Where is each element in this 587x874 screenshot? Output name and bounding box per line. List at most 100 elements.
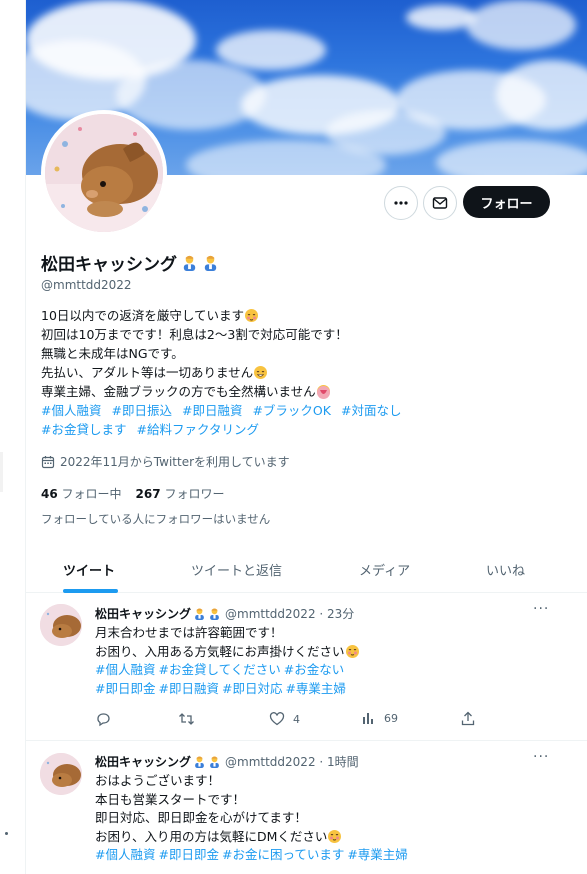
hashtag-link[interactable]: #個人融資 (41, 403, 101, 418)
calendar-icon (41, 455, 55, 468)
follow-button[interactable]: フォロー (463, 186, 550, 218)
reply-button[interactable] (95, 711, 111, 727)
joined-text: 2022年11月からTwitterを利用しています (60, 455, 290, 469)
grinning-face-emoji-icon (254, 366, 268, 379)
followers-count: 267 (135, 487, 161, 501)
message-button[interactable] (423, 186, 457, 220)
bio-line: 10日以内での返済を厳守しています (41, 306, 571, 325)
more-horizontal-icon (394, 201, 408, 205)
tweet-header: 松田キャッシング @mmttdd2022 · 23分 (95, 605, 354, 622)
more-options-button[interactable] (384, 186, 418, 220)
hashtag-link[interactable]: #即日即金 (158, 847, 218, 862)
bio-line-text: 10日以内での返済を厳守しています (41, 308, 245, 323)
hashtag-link[interactable]: #専業主婦 (347, 847, 407, 862)
hashtag-link[interactable]: #給料ファクタリング (136, 422, 258, 437)
tweet-hashtags: #個人融資 #お金貸してください #お金ない (95, 661, 565, 680)
followers-you-know-note: フォローしている人にフォロワーはいません (41, 512, 271, 526)
hashtag-link[interactable]: #即日融資 (158, 681, 218, 696)
office-worker-emoji-icon (210, 756, 219, 768)
tab-tweets[interactable]: ツイート (63, 560, 115, 579)
tweet-author-name: 松田キャッシング (95, 755, 192, 769)
tweet-actions: 4 69 (95, 711, 535, 729)
tweet-line: お困り、入り用の方は気軽にDMください (95, 828, 565, 847)
hashtag-link[interactable]: #即日振込 (111, 403, 171, 418)
tab-tweets-replies[interactable]: ツイートと返信 (191, 560, 282, 579)
views-button[interactable]: 69 (362, 711, 398, 725)
bio-hashtags-1: #個人融資 #即日振込 #即日融資 #ブラックOK #対面なし (41, 401, 571, 420)
tweet-line: 本日も営業スタートです！ (95, 791, 246, 807)
tweet-avatar[interactable] (40, 753, 82, 795)
hashtag-link[interactable]: #お金貸します (41, 422, 126, 437)
hashtag-link[interactable]: #即日融資 (182, 403, 242, 418)
views-icon (363, 713, 373, 724)
tweet-author[interactable]: 松田キャッシング (95, 605, 221, 622)
profile-avatar[interactable] (41, 110, 167, 236)
profile-name-text: 松田キャッシング (41, 255, 177, 275)
envelope-icon (432, 197, 448, 209)
hashtag-link[interactable]: #即日対応 (222, 681, 282, 696)
office-worker-emoji-icon (195, 756, 204, 768)
tweet[interactable]: 松田キャッシング @mmttdd2022 · 23分 ··· 月末合わせまでは許… (26, 593, 587, 741)
hashtag-link[interactable]: #お金に困っています (222, 847, 344, 862)
tweet-author[interactable]: 松田キャッシング (95, 753, 221, 770)
bio-line: 無職と未成年はNGです。 (41, 346, 184, 361)
hashtag-link[interactable]: #ブラックOK (252, 403, 331, 418)
hashtag-link[interactable]: #お金ない (284, 662, 344, 677)
bio-line: 初回は10万までです！利息は2〜3割で対応可能です！ (41, 327, 348, 342)
tweet-line: お困り、入用ある方気軽にお声掛けください (95, 643, 565, 662)
left-edge-fragment (0, 452, 3, 492)
followers-label: フォロワー (164, 487, 225, 501)
tweet-text: 月末合わせまでは許容範囲です！ お困り、入用ある方気軽にお声掛けください #個人… (95, 624, 565, 698)
tweet-hashtags: #個人融資 #即日即金 #お金に困っています #専業主婦 (95, 846, 565, 865)
tab-likes[interactable]: いいね (486, 560, 525, 579)
left-gutter (0, 0, 26, 874)
tweet-line-text: お困り、入り用の方は気軽にDMください (95, 828, 328, 844)
bio-line-text: 先払い、アダルト等は一切ありません (41, 365, 254, 380)
tweet-avatar[interactable] (40, 604, 82, 646)
profile-handle: @mmttdd2022 (41, 278, 132, 292)
retweet-button[interactable] (178, 711, 195, 727)
tweet-author-name: 松田キャッシング (95, 607, 192, 621)
share-icon (461, 711, 475, 726)
hashtag-link[interactable]: #即日即金 (95, 681, 155, 696)
retweet-icon (179, 713, 194, 725)
hashtag-link[interactable]: #個人融資 (95, 847, 155, 862)
joined-date: 2022年11月からTwitterを利用しています (41, 453, 290, 470)
tweet-hashtags: #即日即金 #即日融資 #即日対応 #専業主婦 (95, 680, 565, 699)
hashtag-link[interactable]: #個人融資 (95, 662, 155, 677)
smiling-face-emoji-icon (328, 830, 342, 844)
tweet-handle-time[interactable]: @mmttdd2022 · 1時間 (225, 753, 359, 770)
tongue-emoji-icon (316, 385, 330, 399)
smiling-face-emoji-icon (345, 645, 359, 659)
tweet[interactable]: 松田キャッシング @mmttdd2022 · 1時間 ··· おはようございます… (26, 741, 587, 874)
profile-column: フォロー 松田キャッシング @mmttdd2022 10日以内での返済を厳守して… (26, 0, 587, 874)
tab-media[interactable]: メディア (359, 560, 410, 579)
bio-hashtags-2: #お金貸します #給料ファクタリング (41, 420, 571, 439)
heart-icon (269, 712, 285, 726)
tweet-header: 松田キャッシング @mmttdd2022 · 1時間 (95, 753, 359, 770)
hashtag-link[interactable]: #お金貸してください (158, 662, 280, 677)
followers-link[interactable]: 267 フォロワー (136, 485, 225, 502)
left-edge-dot (5, 832, 8, 835)
tweet-handle-time[interactable]: @mmttdd2022 · 23分 (225, 605, 354, 622)
tweet-more-icon[interactable]: ··· (533, 601, 549, 617)
bio-line-text: 専業主婦、金融ブラックの方でも全然構いません (41, 384, 316, 399)
following-label: フォロー中 (61, 487, 122, 501)
bio-line: 専業主婦、金融ブラックの方でも全然構いません (41, 382, 571, 401)
hashtag-link[interactable]: #対面なし (341, 403, 401, 418)
office-worker-emoji-icon (195, 608, 204, 620)
follow-counts: 46 フォロー中 267 フォロワー (41, 485, 224, 502)
bio-line: 先払い、アダルト等は一切ありません (41, 363, 571, 382)
smiling-face-emoji-icon (245, 309, 259, 322)
office-worker-emoji-icon (183, 255, 196, 271)
following-link[interactable]: 46 フォロー中 (41, 485, 122, 502)
share-button[interactable] (461, 711, 475, 726)
tweet-line-text: お困り、入用ある方気軽にお声掛けください (95, 643, 345, 659)
hashtag-link[interactable]: #専業主婦 (285, 681, 345, 696)
like-button[interactable]: 4 (269, 711, 300, 727)
tweet-more-icon[interactable]: ··· (533, 749, 549, 765)
profile-name: 松田キャッシング (41, 250, 219, 275)
tweet-line: 即日対応、即日即金を心がけてます！ (95, 810, 307, 825)
office-worker-emoji-icon (210, 608, 219, 620)
like-count: 4 (293, 712, 300, 726)
